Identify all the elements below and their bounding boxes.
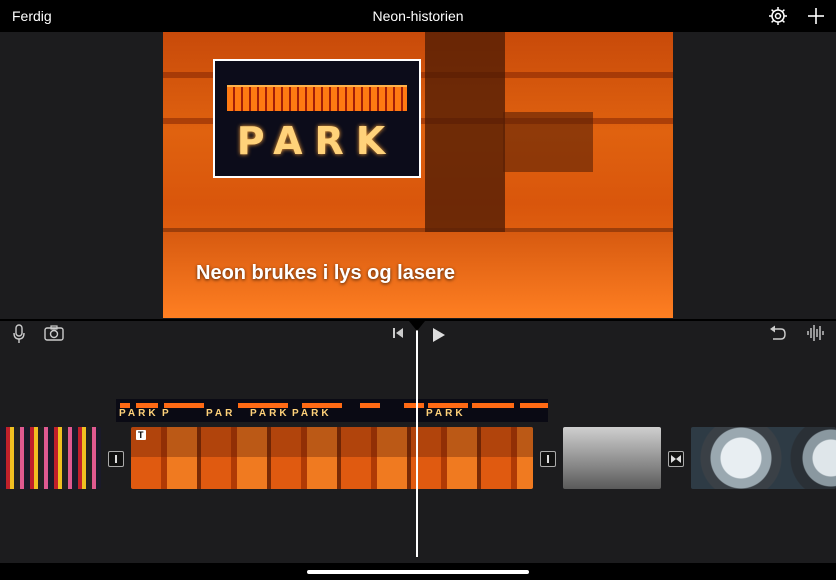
clip-shade <box>131 427 533 457</box>
microphone-icon[interactable] <box>12 324 26 344</box>
undo-icon[interactable] <box>769 325 787 341</box>
overlay-label: PARK <box>426 408 466 419</box>
home-indicator <box>307 570 529 574</box>
picture-in-picture-overlay[interactable]: PARK <box>213 59 421 178</box>
gear-icon[interactable] <box>768 6 788 26</box>
overlay-label: PARK <box>292 408 332 419</box>
video-frame[interactable]: PARK Neon brukes i lys og lasere <box>163 32 673 318</box>
neon-tube-stripe <box>227 85 407 111</box>
play-icon[interactable] <box>432 327 446 343</box>
overlay-label: PARK <box>250 408 290 419</box>
overlay-label: PAR <box>206 408 236 419</box>
audio-waveform-icon[interactable] <box>806 324 826 342</box>
title-badge: T <box>136 430 146 440</box>
neon-stripe <box>360 403 380 408</box>
project-title: Neon-historien <box>372 8 464 24</box>
neon-stripe <box>472 403 514 408</box>
orange-machine-clip[interactable]: T <box>131 427 533 489</box>
machine-block <box>503 112 593 172</box>
overlay-label: PARK <box>119 408 159 419</box>
video-viewer: PARK Neon brukes i lys og lasere <box>0 32 836 320</box>
cross-dissolve-transition[interactable] <box>668 451 684 467</box>
playhead[interactable] <box>416 321 418 557</box>
neon-stripe <box>520 403 548 408</box>
neon-stripe <box>404 403 424 408</box>
overlay-clip[interactable]: PARK P PAR PARK PARK PARK <box>116 399 548 422</box>
top-bar: Ferdig Neon-historien <box>0 0 836 32</box>
machine-column <box>425 32 505 252</box>
playhead-marker <box>409 321 425 331</box>
pip-sign-text: PARK <box>236 119 398 163</box>
plus-icon[interactable] <box>806 6 826 26</box>
skip-to-start-icon[interactable] <box>392 327 404 339</box>
overlay-label: P <box>162 408 172 419</box>
title-caption[interactable]: Neon brukes i lys og lasere <box>196 262 455 285</box>
city-neon-clip[interactable] <box>0 427 101 489</box>
bowtie-icon <box>671 455 681 463</box>
transition-marker[interactable] <box>108 451 124 467</box>
transition-marker[interactable] <box>540 451 556 467</box>
round-window-clip[interactable] <box>691 427 836 489</box>
camera-icon[interactable] <box>44 325 64 341</box>
timeline[interactable]: PARK P PAR PARK PARK PARK T <box>0 321 836 563</box>
lab-machine-clip[interactable] <box>563 427 661 489</box>
